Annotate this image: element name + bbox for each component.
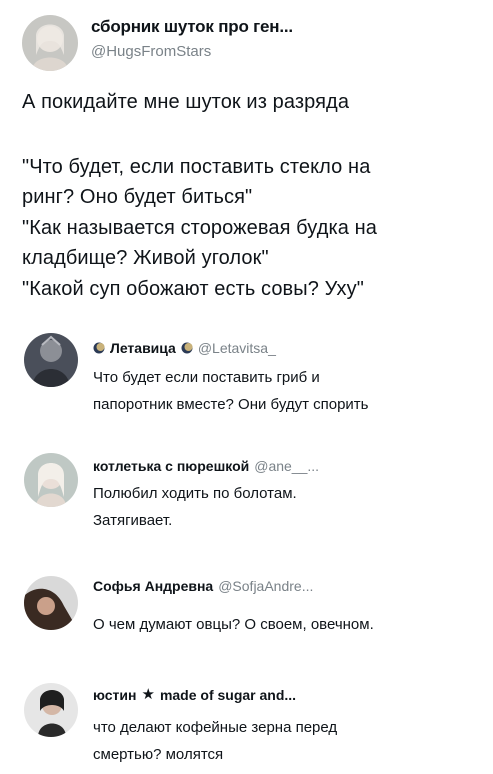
reply-line: смертью? молятся [93,746,224,763]
reply-header: Летавица @Letavitsa_ [93,339,276,357]
main-avatar[interactable] [22,15,78,71]
reply-author-name[interactable]: котлетька с пюрешкой [93,457,249,475]
reply-line: папоротник вместе? Они будут спорить [93,396,369,413]
reply-line: Затягивает. [93,512,173,529]
reply-header: котлетька с пюрешкой @ane__... [93,457,319,475]
reply-avatar[interactable] [24,683,78,737]
moon-icon [93,342,105,354]
reply-header: юстин ★ made of sugar and... [93,686,296,704]
reply-avatar-image [24,576,78,630]
main-post-line: А покидайте мне шуток из разряда [22,91,350,113]
reply-avatar[interactable] [24,333,78,387]
star-icon: ★ [141,686,155,703]
main-author-handle[interactable]: @HugsFromStars [91,43,211,60]
reply-avatar-image [24,453,78,507]
reply-author-tail[interactable]: made of sugar and... [160,686,296,704]
reply-avatar[interactable] [24,453,78,507]
main-post-line: "Какой суп обожают есть совы? Уху" [22,278,364,300]
reply-line: Полюбил ходить по болотам. [93,485,297,502]
reply-author-name[interactable]: Софья Андревна [93,577,213,595]
reply-author-handle[interactable]: @SofjaAndre... [218,577,313,595]
reply-author-handle[interactable]: @Letavitsa_ [198,339,276,357]
main-post-line: "Что будет, если поставить стекло на [22,156,371,178]
reply-header: Софья Андревна @SofjaAndre... [93,577,313,595]
reply-author-name[interactable]: юстин [93,686,136,704]
reply-author-name[interactable]: Летавица [110,339,176,357]
main-post-line: "Как называется сторожевая будка на [22,217,378,239]
moon-icon [181,342,193,354]
main-post-line: ринг? Оно будет биться" [22,186,253,208]
reply-author-handle[interactable]: @ane__... [254,457,319,475]
reply-line: что делают кофейные зерна перед [93,719,338,736]
main-post-line: кладбище? Живой уголок" [22,247,269,269]
main-author-name[interactable]: сборник шуток про ген... [91,17,293,37]
reply-avatar[interactable] [24,576,78,630]
reply-line: О чем думают овцы? О своем, овечном. [93,616,374,633]
reply-line: Что будет если поставить гриб и [93,369,320,386]
reply-avatar-image [24,333,78,387]
reply-avatar-image [24,683,78,737]
main-avatar-image [22,15,78,71]
